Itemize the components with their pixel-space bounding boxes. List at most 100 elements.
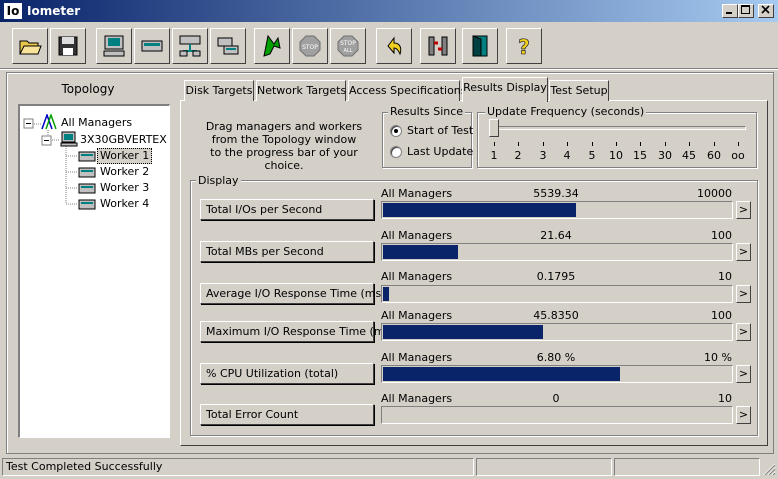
exit-button[interactable] (462, 28, 498, 64)
metric-scope: All Managers (381, 187, 453, 200)
slider-tick-label: 2 (514, 149, 522, 162)
metric-expand-button[interactable]: > (736, 285, 751, 303)
help-button[interactable]: ? (506, 28, 542, 64)
update-frequency-title: Update Frequency (seconds) (485, 105, 647, 118)
metric-progress-bar[interactable] (381, 365, 733, 383)
stop-sign-icon: STOP (299, 35, 321, 57)
metric-progress-bar[interactable] (381, 323, 733, 341)
toolbar-separator (0, 68, 778, 70)
metric-button-cpu-utilization[interactable]: % CPU Utilization (total) (200, 363, 374, 384)
stop-all-button[interactable]: STOP ALL (330, 28, 366, 64)
tab-disk-targets[interactable]: Disk Targets (184, 80, 254, 101)
svg-text:STOP: STOP (340, 40, 356, 47)
topology-title: Topology (61, 82, 115, 96)
metric-expand-button[interactable]: > (736, 323, 751, 341)
metric-scope: All Managers (381, 351, 453, 364)
start-tests-button[interactable] (254, 28, 290, 64)
tree-item-worker-4[interactable]: Worker 4 (100, 197, 149, 211)
disconnect-button[interactable] (420, 28, 456, 64)
minimize-button[interactable] (722, 4, 738, 18)
svg-text:?: ? (518, 35, 530, 58)
radio-start-of-test-label[interactable]: Start of Test (407, 125, 473, 137)
worker-disk-icon (78, 183, 96, 194)
metric-button-total-mbs[interactable]: Total MBs per Second (200, 241, 374, 262)
start-disk-worker-button[interactable] (134, 28, 170, 64)
disk-worker-icon (141, 40, 163, 52)
metric-progress-bar[interactable] (381, 201, 733, 219)
metric-max: 100 (711, 229, 732, 242)
radio-last-update-label[interactable]: Last Update (407, 146, 473, 158)
metric-progress-bar[interactable] (381, 243, 733, 261)
metric-scope: All Managers (381, 270, 453, 283)
display-title: Display (196, 174, 241, 187)
stop-test-button[interactable]: STOP (292, 28, 328, 64)
duplicate-worker-button[interactable] (210, 28, 246, 64)
metric-button-total-error-count[interactable]: Total Error Count (200, 404, 374, 425)
worker-disk-icon (78, 151, 96, 162)
metric-progress-bar[interactable] (381, 285, 733, 303)
results-since-title: Results Since (388, 105, 466, 118)
metric-button-avg-response-time[interactable]: Average I/O Response Time (ms) (200, 283, 386, 304)
slider-tick-label: 45 (682, 149, 696, 162)
tab-test-setup[interactable]: Test Setup (549, 80, 609, 101)
metric-progress-fill (383, 203, 576, 217)
open-config-button[interactable] (12, 28, 48, 64)
save-disk-icon (58, 36, 78, 56)
metric-max: 10 (718, 392, 732, 405)
metric-value: 6.80 % (536, 351, 576, 364)
tab-access-specifications[interactable]: Access Specifications (348, 80, 467, 101)
tree-item-worker-2[interactable]: Worker 2 (100, 165, 149, 179)
drag-instructions: Drag managers and workers from the Topol… (200, 120, 368, 172)
metric-progress-fill (383, 367, 620, 381)
tree-item-manager[interactable]: 3X30GBVERTEX (80, 133, 167, 147)
instructions-line-2: from the Topology window (211, 133, 357, 146)
status-pane-2 (476, 458, 612, 476)
slider-tick-mark (518, 142, 519, 146)
tab-network-targets[interactable]: Network Targets (256, 80, 346, 101)
instructions-line-1: Drag managers and workers (205, 120, 363, 133)
slider-tick-label: 30 (658, 149, 672, 162)
title-bar[interactable]: Io Iometer (0, 0, 778, 22)
tree-item-all-managers[interactable]: All Managers (61, 116, 132, 130)
metric-expand-button[interactable]: > (736, 406, 751, 424)
metric-expand-button[interactable]: > (736, 365, 751, 383)
start-manager-button[interactable] (96, 28, 132, 64)
worker-disk-icon (78, 167, 96, 178)
metric-progress-bar[interactable] (381, 406, 733, 424)
slider-tick-mark (494, 142, 495, 146)
slider-tick-label: 10 (609, 149, 623, 162)
update-frequency-slider-thumb[interactable] (489, 119, 499, 137)
disconnect-icon (428, 36, 448, 56)
maximize-button[interactable] (738, 4, 754, 18)
app-icon: Io (4, 3, 22, 19)
topology-tree[interactable]: All Managers 3X30GBVERTEX Worker 1 Worke… (18, 104, 170, 438)
tab-results-display[interactable]: Results Display (462, 77, 548, 102)
metric-button-total-ios[interactable]: Total I/Os per Second (200, 199, 374, 220)
close-button[interactable] (758, 4, 774, 18)
save-config-button[interactable] (50, 28, 86, 64)
update-frequency-slider-track[interactable] (490, 126, 746, 130)
svg-text:STOP: STOP (302, 44, 318, 51)
slider-tick-mark (616, 142, 617, 146)
radio-start-of-test[interactable] (390, 125, 402, 137)
tree-item-worker-1[interactable]: Worker 1 (97, 148, 153, 164)
reset-workers-button[interactable] (376, 28, 412, 64)
resize-grip-icon[interactable] (762, 462, 776, 476)
tree-item-worker-3[interactable]: Worker 3 (100, 181, 149, 195)
results-since-group (382, 112, 472, 168)
metric-value: 21.64 (540, 229, 572, 242)
metric-button-max-response-time[interactable]: Maximum I/O Response Time (ms) (200, 321, 395, 342)
metric-max: 100 (711, 309, 732, 322)
metric-expand-button[interactable]: > (736, 243, 751, 261)
metric-value: 0 (552, 392, 560, 405)
slider-tick-label: 60 (707, 149, 721, 162)
slider-tick-mark (738, 142, 739, 146)
radio-last-update[interactable] (390, 146, 402, 158)
slider-tick-label: 1 (490, 149, 498, 162)
start-network-worker-button[interactable] (172, 28, 208, 64)
metric-progress-fill (383, 325, 543, 339)
slider-tick-mark (689, 142, 690, 146)
slider-tick-label: 5 (588, 149, 596, 162)
metric-expand-button[interactable]: > (736, 201, 751, 219)
network-worker-icon (179, 35, 201, 57)
